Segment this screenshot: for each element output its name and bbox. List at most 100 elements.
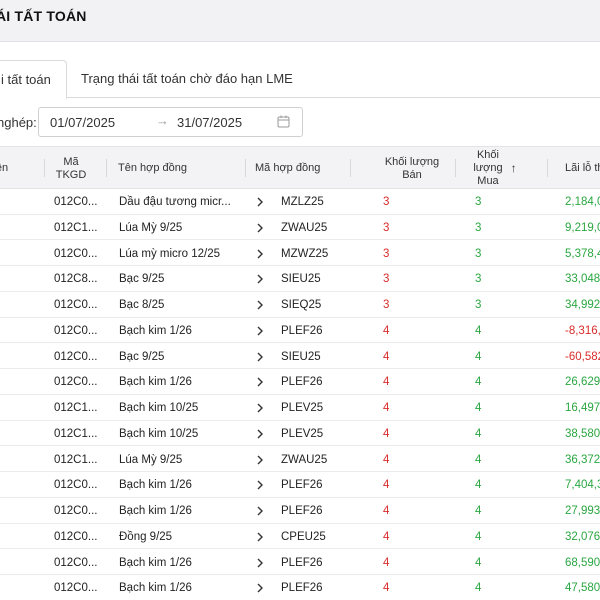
table-row[interactable]: 012C0... Đồng 9/25 CPEU25 4 4 32,076 <box>0 524 600 550</box>
chevron-right-icon[interactable] <box>256 266 268 291</box>
chevron-right-icon[interactable] <box>256 241 268 266</box>
contract-name-cell: Lúa Mỳ 9/25 <box>119 221 183 234</box>
pl-cell: -60,582 <box>565 350 600 363</box>
buy-qty-cell: 4 <box>475 453 482 466</box>
buy-qty-cell: 4 <box>475 582 482 595</box>
chevron-right-icon[interactable] <box>256 524 268 549</box>
header-divider <box>350 159 351 177</box>
chevron-right-icon[interactable] <box>256 447 268 472</box>
pl-cell: 16,497 <box>565 402 600 414</box>
header-divider <box>245 159 246 177</box>
table-row[interactable]: 012C0... Bạch kim 1/26 PLEF26 4 4 68,590 <box>0 550 600 576</box>
header-contract-code: Mã hợp đồng <box>255 162 321 174</box>
tkgd-cell: 012C0... <box>54 530 98 543</box>
contract-code-cell: PLEF26 <box>281 479 323 492</box>
chevron-right-icon[interactable] <box>256 292 268 317</box>
contract-code-cell: PLEV25 <box>281 427 324 440</box>
sell-qty-cell: 3 <box>383 247 390 260</box>
table-row[interactable]: 012C0... Bạch kim 1/26 PLEF26 4 4 -8,316, <box>0 318 600 344</box>
contract-name-cell: Dầu đậu tương micr... <box>119 196 231 208</box>
table-row[interactable]: 012C0... Bạc 8/25 SIEQ25 3 3 34,992 <box>0 292 600 318</box>
table-row[interactable]: 012C0... Dầu đậu tương micr... MZLZ25 3 3 2,1… <box>0 189 600 215</box>
tkgd-cell: 012C0... <box>54 582 98 595</box>
table-row[interactable]: 012C1... Lúa Mỳ 9/25 ZWAU25 3 3 9,219,0 <box>0 215 600 241</box>
chevron-right-icon[interactable] <box>256 550 268 575</box>
contract-name-cell: Bạch kim 1/26 <box>119 505 192 517</box>
contract-name-cell: Bạc 9/25 <box>119 273 165 286</box>
contract-code-cell: MZLZ25 <box>281 196 324 208</box>
chevron-right-icon[interactable] <box>256 318 268 343</box>
table-row[interactable]: 012C0... Bạch kim 1/26 PLEF26 4 4 27,993 <box>0 498 600 524</box>
table-row[interactable]: 012C8... Bạc 9/25 SIEU25 3 3 33,048 <box>0 266 600 292</box>
sell-qty-cell: 3 <box>383 299 390 311</box>
buy-qty-cell: 4 <box>475 479 482 492</box>
contract-name-cell: Bạch kim 1/26 <box>119 582 192 595</box>
table-row[interactable]: 012C1... Bạch kim 10/25 PLEV25 4 4 38,580 <box>0 421 600 447</box>
chevron-right-icon[interactable] <box>256 344 268 369</box>
table-row[interactable]: 012C1... Bạch kim 10/25 PLEV25 4 4 16,497 <box>0 395 600 421</box>
contract-code-cell: SIEU25 <box>281 273 321 286</box>
table-row[interactable]: 012C0... Bạch kim 1/26 PLEF26 4 4 7,404,3 <box>0 472 600 498</box>
sell-qty-cell: 3 <box>383 221 390 234</box>
sell-qty-cell: 4 <box>383 556 390 569</box>
contract-code-cell: PLEF26 <box>281 582 323 595</box>
date-filter: nghép: 01/07/2025 → 31/07/2025 <box>0 107 600 137</box>
tab-settled[interactable]: i tất toán <box>0 60 67 99</box>
header-sell-qty: Khối lượng Bán <box>384 155 440 181</box>
pl-cell: 68,590 <box>565 556 600 569</box>
sell-qty-cell: 4 <box>383 582 390 595</box>
chevron-right-icon[interactable] <box>256 472 268 497</box>
tkgd-cell: 012C0... <box>54 299 98 311</box>
contract-name-cell: Bạch kim 1/26 <box>119 324 192 337</box>
tkgd-cell: 012C0... <box>54 196 98 208</box>
contract-code-cell: SIEU25 <box>281 350 321 363</box>
contract-name-cell: Lúa mỳ micro 12/25 <box>119 247 220 260</box>
date-filter-label: nghép: <box>0 115 37 130</box>
chevron-right-icon[interactable] <box>256 395 268 420</box>
pl-cell: 32,076 <box>565 530 600 543</box>
calendar-icon[interactable] <box>277 115 290 128</box>
pl-cell: 36,372 <box>565 453 600 466</box>
sell-qty-cell: 4 <box>383 479 390 492</box>
date-range-picker[interactable]: 01/07/2025 → 31/07/2025 <box>38 107 303 137</box>
chevron-right-icon[interactable] <box>256 369 268 394</box>
buy-qty-cell: 3 <box>475 299 482 311</box>
tab-pending-lme[interactable]: Trạng thái tất toán chờ đáo hạn LME <box>81 60 293 98</box>
pl-cell: 27,993 <box>565 505 600 517</box>
table-row[interactable]: 012C0... Bạch kim 1/26 PLEF26 4 4 47,580 <box>0 575 600 600</box>
chevron-right-icon[interactable] <box>256 189 268 214</box>
contract-name-cell: Bạch kim 1/26 <box>119 479 192 492</box>
pl-cell: 26,629 <box>565 376 600 389</box>
tkgd-cell: 012C0... <box>54 324 98 337</box>
table-row[interactable]: 012C0... Bạch kim 1/26 PLEF26 4 4 26,629 <box>0 369 600 395</box>
tkgd-cell: 012C1... <box>54 402 98 414</box>
table-row[interactable]: 012C0... Bạc 9/25 SIEU25 4 4 -60,582 <box>0 344 600 370</box>
sell-qty-cell: 4 <box>383 505 390 517</box>
from-date[interactable]: 01/07/2025 <box>50 115 115 130</box>
header-divider <box>455 159 456 177</box>
tkgd-cell: 012C1... <box>54 453 98 466</box>
chevron-right-icon[interactable] <box>256 575 268 600</box>
table-header: ền Mã TKGD Tên hợp đồng Mã hợp đồng Khối… <box>0 146 600 189</box>
page-title: ÁI TẤT TOÁN <box>0 8 87 24</box>
buy-qty-cell: 4 <box>475 402 482 414</box>
contract-code-cell: PLEF26 <box>281 324 323 337</box>
pl-cell: 33,048 <box>565 273 600 286</box>
buy-qty-cell: 4 <box>475 324 482 337</box>
contract-name-cell: Bạc 8/25 <box>119 299 165 311</box>
to-date[interactable]: 31/07/2025 <box>177 115 242 130</box>
chevron-right-icon[interactable] <box>256 498 268 523</box>
contract-code-cell: PLEF26 <box>281 556 323 569</box>
sort-arrow-up-icon[interactable]: ↑ <box>511 162 517 175</box>
table-row[interactable]: 012C0... Lúa mỳ micro 12/25 MZWZ25 3 3 5,378,… <box>0 241 600 267</box>
chevron-right-icon[interactable] <box>256 215 268 240</box>
table-row[interactable]: 012C1... Lúa Mỳ 9/25 ZWAU25 4 4 36,372 <box>0 447 600 473</box>
contract-name-cell: Lúa Mỳ 9/25 <box>119 453 183 466</box>
contract-name-cell: Bạch kim 1/26 <box>119 556 192 569</box>
pl-cell: 9,219,0 <box>565 221 600 234</box>
tkgd-cell: 012C0... <box>54 479 98 492</box>
buy-qty-cell: 4 <box>475 350 482 363</box>
pl-cell: 2,184,0 <box>565 196 600 208</box>
header-buy-qty[interactable]: Khối lượng Mua ↑ <box>470 147 520 190</box>
chevron-right-icon[interactable] <box>256 421 268 446</box>
